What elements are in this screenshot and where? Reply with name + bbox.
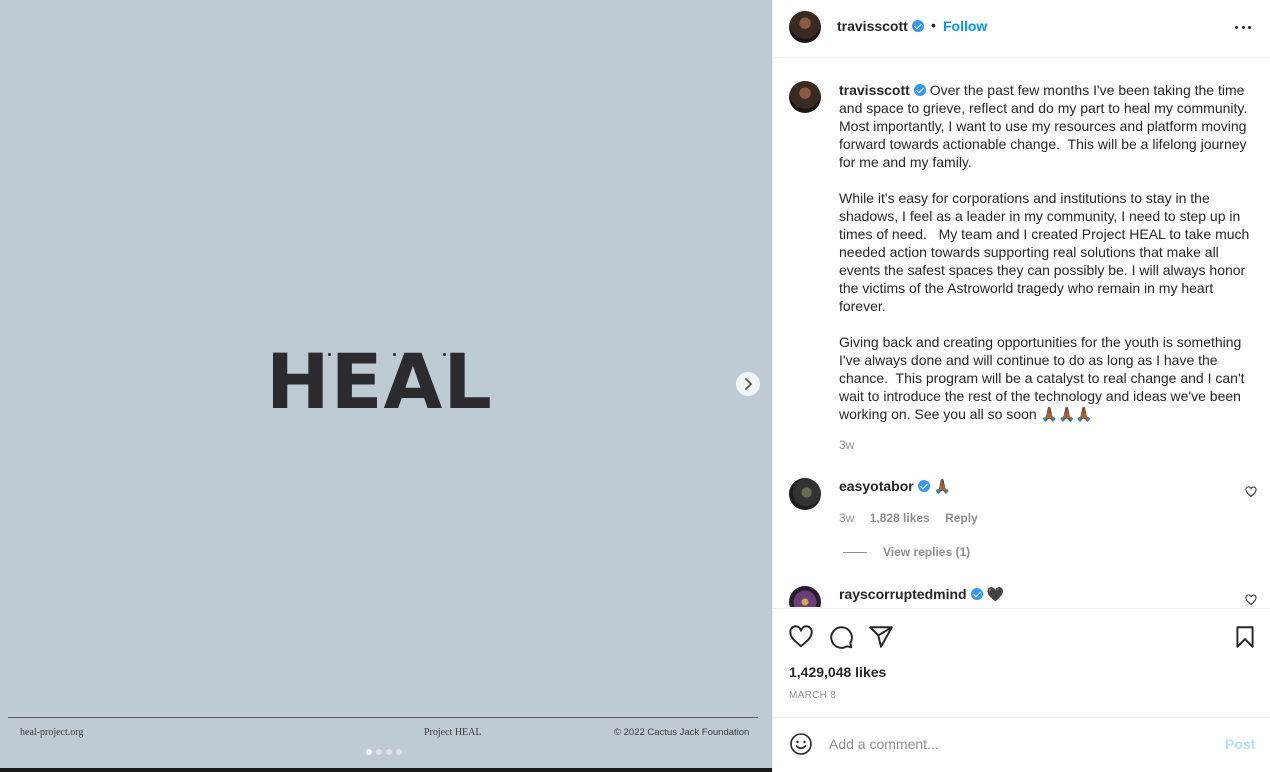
commenter-avatar[interactable] — [789, 586, 821, 607]
follow-button[interactable]: Follow — [943, 18, 987, 34]
like-comment-icon[interactable] — [1245, 486, 1257, 498]
carousel-dot — [396, 749, 402, 755]
chevron-right-icon — [745, 378, 752, 390]
caption-username[interactable]: travisscott — [839, 82, 910, 98]
comment-text-line: easyotabor 🙏🏾 — [839, 478, 951, 495]
carousel-dot — [366, 749, 372, 755]
instagram-post-modal: HEAL heal-project.org Project HEAL © 202… — [0, 0, 1270, 772]
bookmark-icon[interactable] — [1232, 624, 1258, 650]
verified-icon — [970, 588, 983, 600]
carousel-indicator — [366, 749, 402, 755]
commenter-username[interactable]: easyotabor — [839, 478, 914, 494]
separator-dot: • — [931, 17, 936, 33]
post-actions: 1,429,048 likes MARCH 8 — [773, 608, 1270, 718]
verified-icon — [911, 20, 924, 32]
comment-body: 🖤 — [986, 586, 1004, 602]
footer-copyright: © 2022 Cactus Jack Foundation — [614, 727, 750, 738]
comment-body: 🙏🏾 — [933, 478, 952, 494]
author-avatar[interactable] — [789, 11, 821, 43]
verified-icon — [917, 480, 930, 492]
verified-icon — [913, 84, 926, 96]
post-caption: travisscott Over the past few months I'v… — [839, 81, 1259, 423]
post-header: travisscott • Follow — [773, 0, 1270, 58]
next-slide-button[interactable] — [736, 372, 760, 396]
comments-scroll-area[interactable]: travisscott Over the past few months I'v… — [773, 59, 1270, 607]
more-options-icon[interactable] — [1233, 18, 1253, 36]
footer-website: heal-project.org — [20, 727, 84, 738]
caption-text: Over the past few months I've been takin… — [839, 82, 1250, 422]
author-username[interactable]: travisscott — [837, 18, 924, 34]
author-username-text[interactable]: travisscott — [837, 18, 908, 34]
comment-timestamp[interactable]: 3w — [839, 511, 854, 525]
carousel-dot — [386, 749, 392, 755]
comment-likes[interactable]: 1,828 likes — [870, 511, 930, 525]
caption-avatar[interactable] — [789, 81, 821, 113]
view-replies-button[interactable]: View replies (1) — [843, 545, 970, 559]
reply-button[interactable]: Reply — [945, 511, 978, 525]
post-media[interactable]: HEAL heal-project.org Project HEAL © 202… — [0, 0, 772, 772]
emoji-icon[interactable] — [789, 732, 813, 756]
media-footer-divider — [8, 717, 758, 718]
background-strip — [0, 768, 772, 772]
post-side-panel: travisscott • Follow travisscott Over th… — [772, 0, 1270, 772]
logo-accent-dots — [0, 353, 772, 359]
comment-text-line: rayscorruptedmind 🖤 — [839, 586, 1004, 603]
like-heart-icon[interactable] — [788, 624, 814, 650]
share-icon[interactable] — [868, 624, 894, 650]
commenter-username[interactable]: rayscorruptedmind — [839, 586, 967, 602]
likes-count[interactable]: 1,429,048 likes — [789, 664, 886, 680]
footer-project-name: Project HEAL — [424, 727, 482, 738]
post-comment-button[interactable]: Post — [1225, 736, 1255, 752]
like-comment-icon[interactable] — [1245, 594, 1257, 606]
heal-logo: HEAL — [266, 337, 493, 426]
caption-timestamp[interactable]: 3w — [839, 438, 854, 452]
comment-icon[interactable] — [828, 624, 854, 650]
carousel-dot — [376, 749, 382, 755]
comment-input[interactable] — [829, 734, 1209, 754]
comment-meta: 3w 1,828 likes Reply — [839, 511, 990, 525]
commenter-avatar[interactable] — [789, 478, 821, 510]
add-comment-bar: Post — [773, 717, 1270, 772]
post-date[interactable]: MARCH 8 — [789, 690, 836, 701]
